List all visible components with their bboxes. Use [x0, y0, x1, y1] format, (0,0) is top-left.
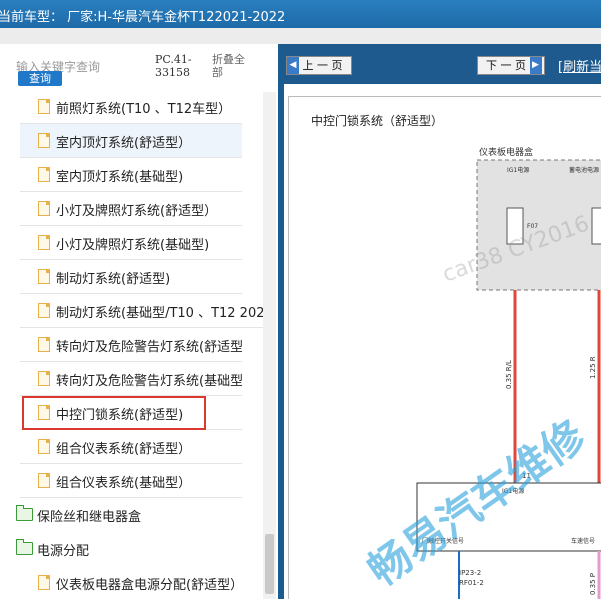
document-icon [38, 235, 50, 250]
tree-item[interactable]: 组合仪表系统(基础型） [20, 464, 242, 498]
wire-label-3: 0.35 P [589, 573, 597, 595]
document-icon [38, 575, 50, 590]
tree-item[interactable]: 转向灯及危险警告灯系统(基础型） [20, 362, 242, 396]
tree-item[interactable]: 小灯及牌照灯系统(舒适型） [20, 192, 242, 226]
nav-bar: ◀ 上 一 页 下 一 页 ▶ [刷新当前页] [284, 44, 601, 84]
wire-label-2: 1.25 R [589, 356, 597, 379]
speed-label: 车速信号 [571, 537, 595, 545]
document-icon [38, 439, 50, 454]
document-icon [38, 99, 50, 114]
search-button[interactable]: 查询 [18, 71, 62, 86]
window-title: 当前车型： 厂家:H-华晨汽车金杯T122021-2022 [0, 10, 286, 25]
tree-item[interactable]: 制动灯系统(舒适型) [20, 260, 242, 294]
document-icon [38, 473, 50, 488]
page-code: PC.41- 33158 [155, 53, 192, 79]
selection-highlight-box [22, 396, 206, 430]
box-label: 仪表板电器盒 [479, 146, 533, 158]
document-icon [38, 167, 50, 182]
scrollbar-thumb[interactable] [265, 534, 274, 594]
prev-page-button[interactable]: ◀ 上 一 页 [286, 56, 352, 75]
tree-item[interactable]: 组合仪表系统(舒适型） [20, 430, 242, 464]
tree-item[interactable]: 仪表板电器盒电源分配(舒适型） [20, 566, 242, 599]
tree-folder-fuses[interactable]: 保险丝和继电器盒 [0, 498, 262, 531]
folder-icon [16, 505, 33, 521]
wire-label-1: 0.35 R/L [505, 360, 513, 389]
document-icon [38, 371, 50, 386]
toolbar-strip [0, 28, 601, 45]
title-bar: 当前车型： 厂家:H-华晨汽车金杯T122021-2022 [0, 0, 601, 28]
next-page-button[interactable]: 下 一 页 ▶ [477, 56, 545, 75]
document-icon [38, 269, 50, 284]
document-icon [38, 337, 50, 352]
tree-item[interactable]: 小灯及牌照灯系统(基础型) [20, 226, 242, 260]
collapse-all-button[interactable]: 折叠全部 [212, 53, 252, 79]
connector-label: IP23-2 [459, 569, 481, 577]
tree-folder-power[interactable]: 电源分配 [0, 532, 262, 565]
document-icon [38, 303, 50, 318]
fuse-symbol-2 [591, 207, 601, 245]
document-icon [38, 201, 50, 216]
tree-item[interactable]: 转向灯及危险警告灯系统(舒适型) [20, 328, 242, 362]
folder-open-icon [16, 539, 33, 555]
document-icon [38, 133, 50, 148]
ig1-top-label: IG1电源 [507, 166, 529, 174]
tree-item[interactable]: 制动灯系统(基础型/T10 、T12 2022款) [20, 294, 263, 328]
diagram-document: 中控门锁系统（舒适型） 仪表板电器盒 IG1电源 蓄电池电源 F07 0.35 … [288, 96, 601, 599]
refresh-link[interactable]: [刷新当前页] [558, 56, 601, 75]
tree-item[interactable]: 前照灯系统(T10 、T12车型） [20, 90, 242, 124]
search-area: 输入关键字查询 查询 PC.41- 33158 折叠全部 [0, 44, 278, 92]
tree-item[interactable]: 室内顶灯系统(舒适型） [20, 124, 242, 158]
bat-top-label: 蓄电池电源 [569, 166, 599, 174]
arrow-right-icon: ▶ [529, 57, 542, 74]
scrollbar-track[interactable] [263, 92, 276, 599]
connector-label-2: RF01-2 [459, 579, 484, 587]
tree-item[interactable]: 室内顶灯系统(基础型) [20, 158, 242, 192]
arrow-left-icon: ◀ [287, 57, 299, 74]
right-pane: ◀ 上 一 页 下 一 页 ▶ [刷新当前页] 中控门锁系统（舒适型） 仪表板电… [284, 44, 601, 599]
left-pane: 输入关键字查询 查询 PC.41- 33158 折叠全部 前照灯系统(T10 、… [0, 44, 278, 599]
